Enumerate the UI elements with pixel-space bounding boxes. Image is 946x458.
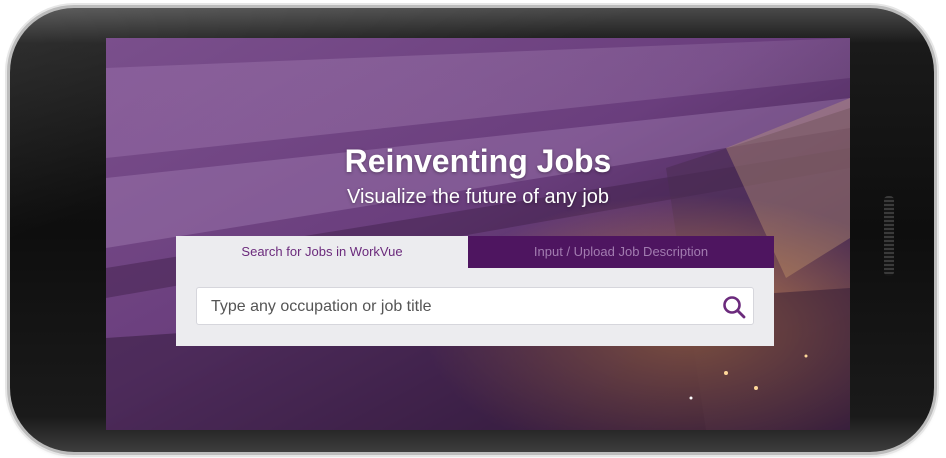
search-box [196, 287, 754, 326]
search-icon[interactable] [721, 294, 747, 320]
search-input[interactable] [209, 288, 713, 326]
tab-search-jobs[interactable]: Search for Jobs in WorkVue [176, 236, 468, 268]
hero-background-image [106, 38, 850, 430]
tab-upload-job-description[interactable]: Input / Upload Job Description [468, 236, 774, 268]
hero-title: Reinventing Jobs [344, 143, 612, 179]
search-panel-body [176, 268, 774, 346]
hero-subtitle: Visualize the future of any job [346, 186, 610, 208]
phone-screen: Reinventing Jobs Visualize the future of… [106, 38, 850, 430]
search-panel: Search for Jobs in WorkVue Input / Uploa… [176, 236, 774, 346]
speaker-grille [884, 196, 894, 276]
